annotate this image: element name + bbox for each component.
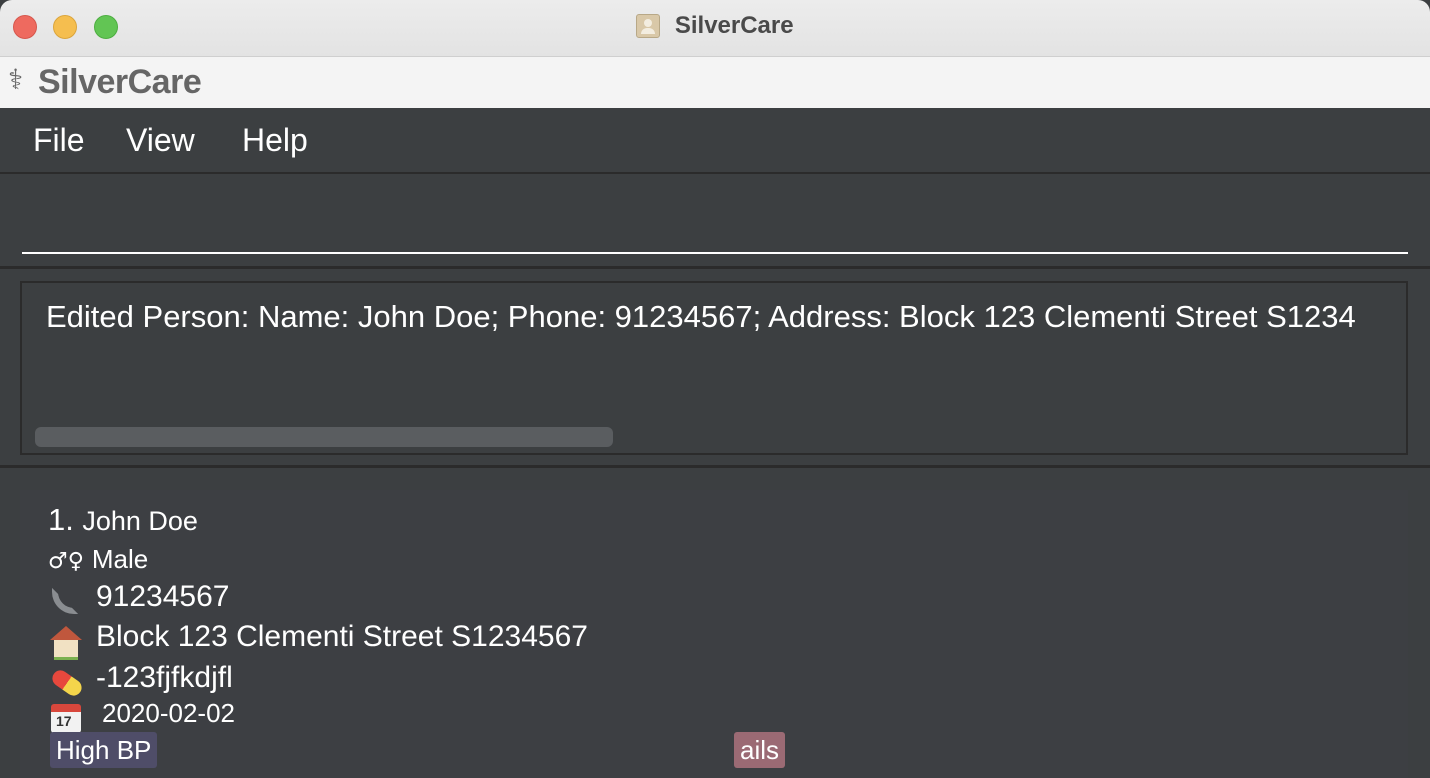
gender-icon: ♂♀ <box>48 549 84 574</box>
command-input[interactable] <box>22 194 1408 254</box>
person-header: 1. John Doe <box>48 502 198 538</box>
phone-icon <box>48 585 84 619</box>
person-address: Block 123 Clementi Street S1234567 <box>96 620 588 653</box>
pill-icon <box>48 666 84 700</box>
person-gender-row: ♂♀ Male <box>48 544 148 575</box>
person-gender: Male <box>91 544 149 574</box>
app-window: SilverCare ⚕ SilverCare File View Help E… <box>0 0 1430 778</box>
person-phone: 91234567 <box>96 580 230 613</box>
result-display[interactable]: Edited Person: Name: John Doe; Phone: 91… <box>20 281 1408 455</box>
person-phone-row: 91234567 <box>48 580 229 619</box>
address-book-icon <box>636 14 661 38</box>
tag-ails: ails <box>734 732 786 768</box>
result-text: Edited Person: Name: John Doe; Phone: 91… <box>46 299 1356 334</box>
menu-bar: File View Help <box>0 108 1430 174</box>
app-name: SilverCare <box>38 63 202 101</box>
result-horizontal-scrollbar[interactable] <box>35 427 613 447</box>
app-header: ⚕ SilverCare <box>0 57 1430 108</box>
window-title-group: SilverCare <box>0 12 1430 42</box>
menu-view[interactable]: View <box>126 122 195 159</box>
result-display-panel: Edited Person: Name: John Doe; Phone: 91… <box>0 269 1430 468</box>
person-list-panel: 1. John Doe ♂♀ Male 91234567 Block 123 Cl… <box>0 468 1430 778</box>
calendar-icon <box>48 701 84 735</box>
person-address-row: Block 123 Clementi Street S1234567 <box>48 620 588 660</box>
house-icon <box>48 625 84 660</box>
caduceus-icon: ⚕ <box>8 64 24 95</box>
person-medication-row: -123fjfkdjfl <box>48 661 233 700</box>
person-card[interactable]: 1. John Doe ♂♀ Male 91234567 Block 123 Cl… <box>20 490 1408 778</box>
window-title: SilverCare <box>674 12 794 39</box>
person-index: 1. <box>48 502 74 537</box>
person-date: 2020-02-02 <box>102 698 235 728</box>
command-box-panel <box>0 174 1430 269</box>
person-medication: -123fjfkdjfl <box>96 661 233 694</box>
title-bar[interactable]: SilverCare <box>0 0 1430 57</box>
menu-help[interactable]: Help <box>242 122 308 159</box>
person-name: John Doe <box>82 506 198 536</box>
menu-file[interactable]: File <box>33 122 85 159</box>
tag-high-bp: High BP <box>50 732 158 768</box>
person-date-row: 2020-02-02 <box>48 698 235 735</box>
